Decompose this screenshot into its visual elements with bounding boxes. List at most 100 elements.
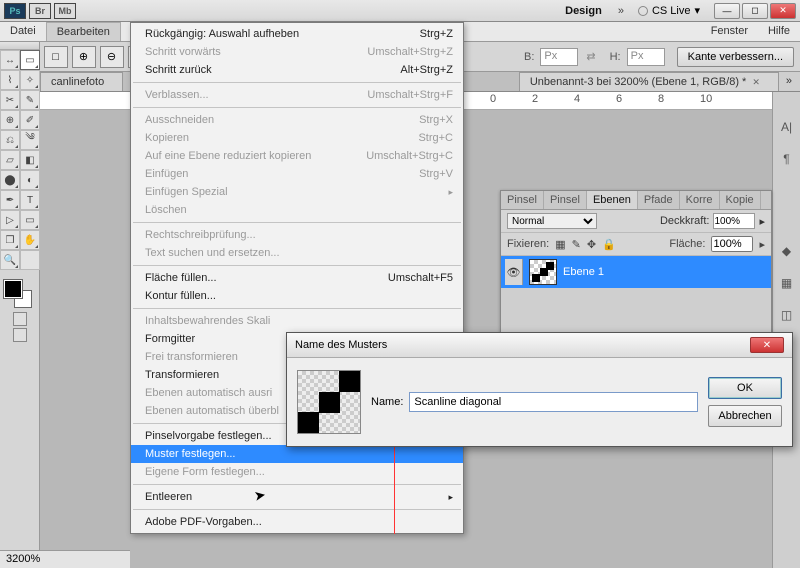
navigator-panel-icon[interactable]: ◫ xyxy=(778,306,796,324)
fg-color-swatch[interactable] xyxy=(4,280,22,298)
refine-edge-button[interactable]: Kante verbessern... xyxy=(677,47,794,67)
app-badge-ps[interactable]: Ps xyxy=(4,3,26,19)
layer-thumbnail[interactable] xyxy=(529,259,557,285)
menu-hilfe[interactable]: Hilfe xyxy=(758,22,800,41)
titlebar: Ps Br Mb Design » CS Live ▾ — ◻ ✕ xyxy=(0,0,800,22)
pattern-preview xyxy=(297,370,361,434)
close-icon[interactable]: ✕ xyxy=(752,77,760,88)
app-badge-mb[interactable]: Mb xyxy=(54,3,76,19)
tool-3d[interactable]: ❒ xyxy=(0,230,20,250)
panel-tab-ebenen[interactable]: Ebenen xyxy=(587,191,638,209)
tool-wand[interactable]: ✧ xyxy=(20,70,40,90)
tool-path[interactable]: ▷ xyxy=(0,210,20,230)
guide-line xyxy=(394,438,395,534)
dialog-close-button[interactable]: ✕ xyxy=(750,337,784,353)
panel-tab-pfade[interactable]: Pfade xyxy=(638,191,680,209)
toolbox: ↔ ▭ ⌇ ✧ ✂ ✎ ⊕ ✐ ⎌ ༄ ▱ ◧ ⬤ ◐ ✒ T ▷ ▭ ❒ ✋ … xyxy=(0,42,40,568)
tool-pen[interactable]: ✒ xyxy=(0,190,20,210)
width-label: B: xyxy=(524,51,534,63)
menu-step-backward[interactable]: Schritt zurückAlt+Strg+Z xyxy=(131,61,463,79)
tool-eraser[interactable]: ▱ xyxy=(0,150,20,170)
opacity-field[interactable] xyxy=(713,213,755,229)
marquee-add-icon[interactable]: ⊕ xyxy=(72,46,96,68)
cancel-button[interactable]: Abbrechen xyxy=(708,405,782,427)
close-button[interactable]: ✕ xyxy=(770,3,796,19)
width-field[interactable]: Px xyxy=(540,48,578,66)
fill-field[interactable] xyxy=(711,236,753,252)
opacity-label: Deckkraft: xyxy=(660,215,710,227)
tool-hand[interactable]: ✋ xyxy=(20,230,40,250)
menu-pdf-presets[interactable]: Adobe PDF-Vorgaben... xyxy=(131,513,463,531)
tool-move[interactable]: ↔ xyxy=(0,50,20,70)
visibility-icon[interactable]: 👁 xyxy=(505,259,523,285)
lock-label: Fixieren: xyxy=(507,238,549,250)
menu-paste: EinfügenStrg+V xyxy=(131,165,463,183)
swap-icon[interactable]: ⇄ xyxy=(586,50,595,63)
panel-tab-korre[interactable]: Korre xyxy=(680,191,720,209)
doc-tab-2[interactable]: Unbenannt-3 bei 3200% (Ebene 1, RGB/8) *… xyxy=(519,72,779,91)
ok-button[interactable]: OK xyxy=(708,377,782,399)
tool-dodge[interactable]: ◐ xyxy=(20,170,40,190)
workspace-more-icon[interactable]: » xyxy=(612,5,630,17)
tool-eyedropper[interactable]: ✎ xyxy=(20,90,40,110)
panel-tab-pinsel2[interactable]: Pinsel xyxy=(544,191,587,209)
paragraph-panel-icon[interactable]: ¶ xyxy=(778,150,796,168)
name-label: Name: xyxy=(371,396,403,408)
color-swatches[interactable] xyxy=(0,276,39,310)
menu-datei[interactable]: Datei xyxy=(0,22,46,41)
lock-pixels-icon[interactable]: ▦ xyxy=(555,238,565,251)
chevron-down-icon[interactable]: ▸ xyxy=(759,238,765,251)
menu-bearbeiten[interactable]: Bearbeiten xyxy=(46,22,121,41)
cslive-button[interactable]: CS Live ▾ xyxy=(630,4,708,17)
height-field[interactable]: Px xyxy=(627,48,665,66)
marquee-sub-icon[interactable]: ⊖ xyxy=(100,46,124,68)
chevron-down-icon: ▾ xyxy=(694,4,700,17)
tool-zoom[interactable]: 🔍 xyxy=(0,250,20,270)
quickmask-toggle[interactable] xyxy=(0,312,39,326)
menu-fade: Verblassen...Umschalt+Strg+F xyxy=(131,86,463,104)
menu-find-replace: Text suchen und ersetzen... xyxy=(131,244,463,262)
menu-purge[interactable]: Entleeren▸ xyxy=(131,488,463,506)
tool-lasso[interactable]: ⌇ xyxy=(0,70,20,90)
lock-move-icon[interactable]: ✥ xyxy=(587,238,596,251)
marquee-normal-icon[interactable]: □ xyxy=(44,46,68,68)
tool-shape[interactable]: ▭ xyxy=(20,210,40,230)
panel-tab-pinsel1[interactable]: Pinsel xyxy=(501,191,544,209)
panel-tab-kopie[interactable]: Kopie xyxy=(720,191,761,209)
blend-mode-select[interactable]: Normal xyxy=(507,213,597,229)
height-label: H: xyxy=(610,51,621,63)
chevron-down-icon[interactable]: ▸ xyxy=(759,215,765,228)
tool-marquee[interactable]: ▭ xyxy=(20,50,40,70)
lock-brush-icon[interactable]: ✎ xyxy=(572,238,581,251)
styles-panel-icon[interactable]: ◆ xyxy=(778,242,796,260)
layer-name[interactable]: Ebene 1 xyxy=(563,266,604,278)
lock-all-icon[interactable]: 🔒 xyxy=(602,238,616,251)
menu-fenster[interactable]: Fenster xyxy=(701,22,758,41)
tool-empty xyxy=(20,250,40,270)
swatches-panel-icon[interactable]: ▦ xyxy=(778,274,796,292)
tool-stamp[interactable]: ⎌ xyxy=(0,130,20,150)
screenmode-toggle[interactable] xyxy=(0,328,39,342)
doc-tab-1[interactable]: canlinefoto xyxy=(40,72,123,91)
character-panel-icon[interactable]: A| xyxy=(778,118,796,136)
menu-stroke[interactable]: Kontur füllen... xyxy=(131,287,463,305)
menu-define-pattern[interactable]: Muster festlegen... xyxy=(131,445,463,463)
minimize-button[interactable]: — xyxy=(714,3,740,19)
app-badge-br[interactable]: Br xyxy=(29,3,51,19)
pattern-name-input[interactable] xyxy=(409,392,698,412)
tool-type[interactable]: T xyxy=(20,190,40,210)
workspace-design[interactable]: Design xyxy=(555,3,612,19)
menu-fill[interactable]: Fläche füllen...Umschalt+F5 xyxy=(131,269,463,287)
cslive-label: CS Live xyxy=(652,5,691,17)
tool-blur[interactable]: ⬤ xyxy=(0,170,20,190)
menu-undo[interactable]: Rückgängig: Auswahl aufhebenStrg+Z xyxy=(131,25,463,43)
tool-gradient[interactable]: ◧ xyxy=(20,150,40,170)
tool-history[interactable]: ༄ xyxy=(20,130,40,150)
tool-crop[interactable]: ✂ xyxy=(0,90,20,110)
zoom-status[interactable]: 3200% xyxy=(0,550,130,568)
layer-row[interactable]: 👁 Ebene 1 xyxy=(501,256,771,288)
cslive-icon xyxy=(638,6,648,16)
maximize-button[interactable]: ◻ xyxy=(742,3,768,19)
tab-overflow-icon[interactable]: » xyxy=(778,72,800,91)
tool-heal[interactable]: ⊕ xyxy=(0,110,20,130)
